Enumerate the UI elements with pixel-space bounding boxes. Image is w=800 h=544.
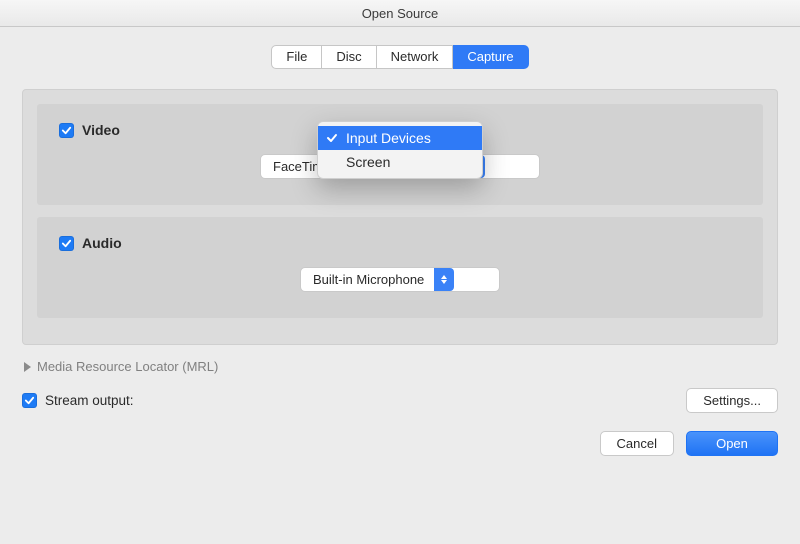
dropdown-item-screen[interactable]: Screen xyxy=(318,150,482,174)
tab-file[interactable]: File xyxy=(271,45,322,69)
audio-section: Audio Built-in Microphone xyxy=(37,217,763,318)
dialog-content: File Disc Network Capture Video FaceTime… xyxy=(0,27,800,466)
audio-label: Audio xyxy=(82,235,122,251)
stream-output-label: Stream output: xyxy=(45,393,134,408)
check-icon xyxy=(24,395,35,406)
stream-output-checkbox[interactable] xyxy=(22,393,37,408)
disclosure-triangle-icon xyxy=(24,362,31,372)
dropdown-item-input-devices[interactable]: Input Devices xyxy=(318,126,482,150)
audio-device-select[interactable]: Built-in Microphone xyxy=(300,267,500,292)
mrl-disclosure[interactable]: Media Resource Locator (MRL) xyxy=(24,359,778,374)
dropdown-item-label: Screen xyxy=(346,154,390,170)
tab-network[interactable]: Network xyxy=(377,45,454,69)
open-button[interactable]: Open xyxy=(686,431,778,456)
video-label: Video xyxy=(82,122,120,138)
tab-capture[interactable]: Capture xyxy=(453,45,528,69)
window-title: Open Source xyxy=(0,0,800,27)
updown-stepper-icon xyxy=(434,268,454,291)
settings-button[interactable]: Settings... xyxy=(686,388,778,413)
check-icon xyxy=(326,126,338,150)
mrl-label: Media Resource Locator (MRL) xyxy=(37,359,218,374)
audio-device-value: Built-in Microphone xyxy=(313,272,424,287)
video-checkbox[interactable] xyxy=(59,123,74,138)
tab-disc[interactable]: Disc xyxy=(322,45,376,69)
source-tabs: File Disc Network Capture xyxy=(22,45,778,69)
check-icon xyxy=(61,125,72,136)
audio-checkbox[interactable] xyxy=(59,236,74,251)
check-icon xyxy=(61,238,72,249)
cancel-button[interactable]: Cancel xyxy=(600,431,674,456)
dropdown-item-label: Input Devices xyxy=(346,130,431,146)
capture-mode-dropdown[interactable]: Input Devices Screen xyxy=(317,121,483,179)
